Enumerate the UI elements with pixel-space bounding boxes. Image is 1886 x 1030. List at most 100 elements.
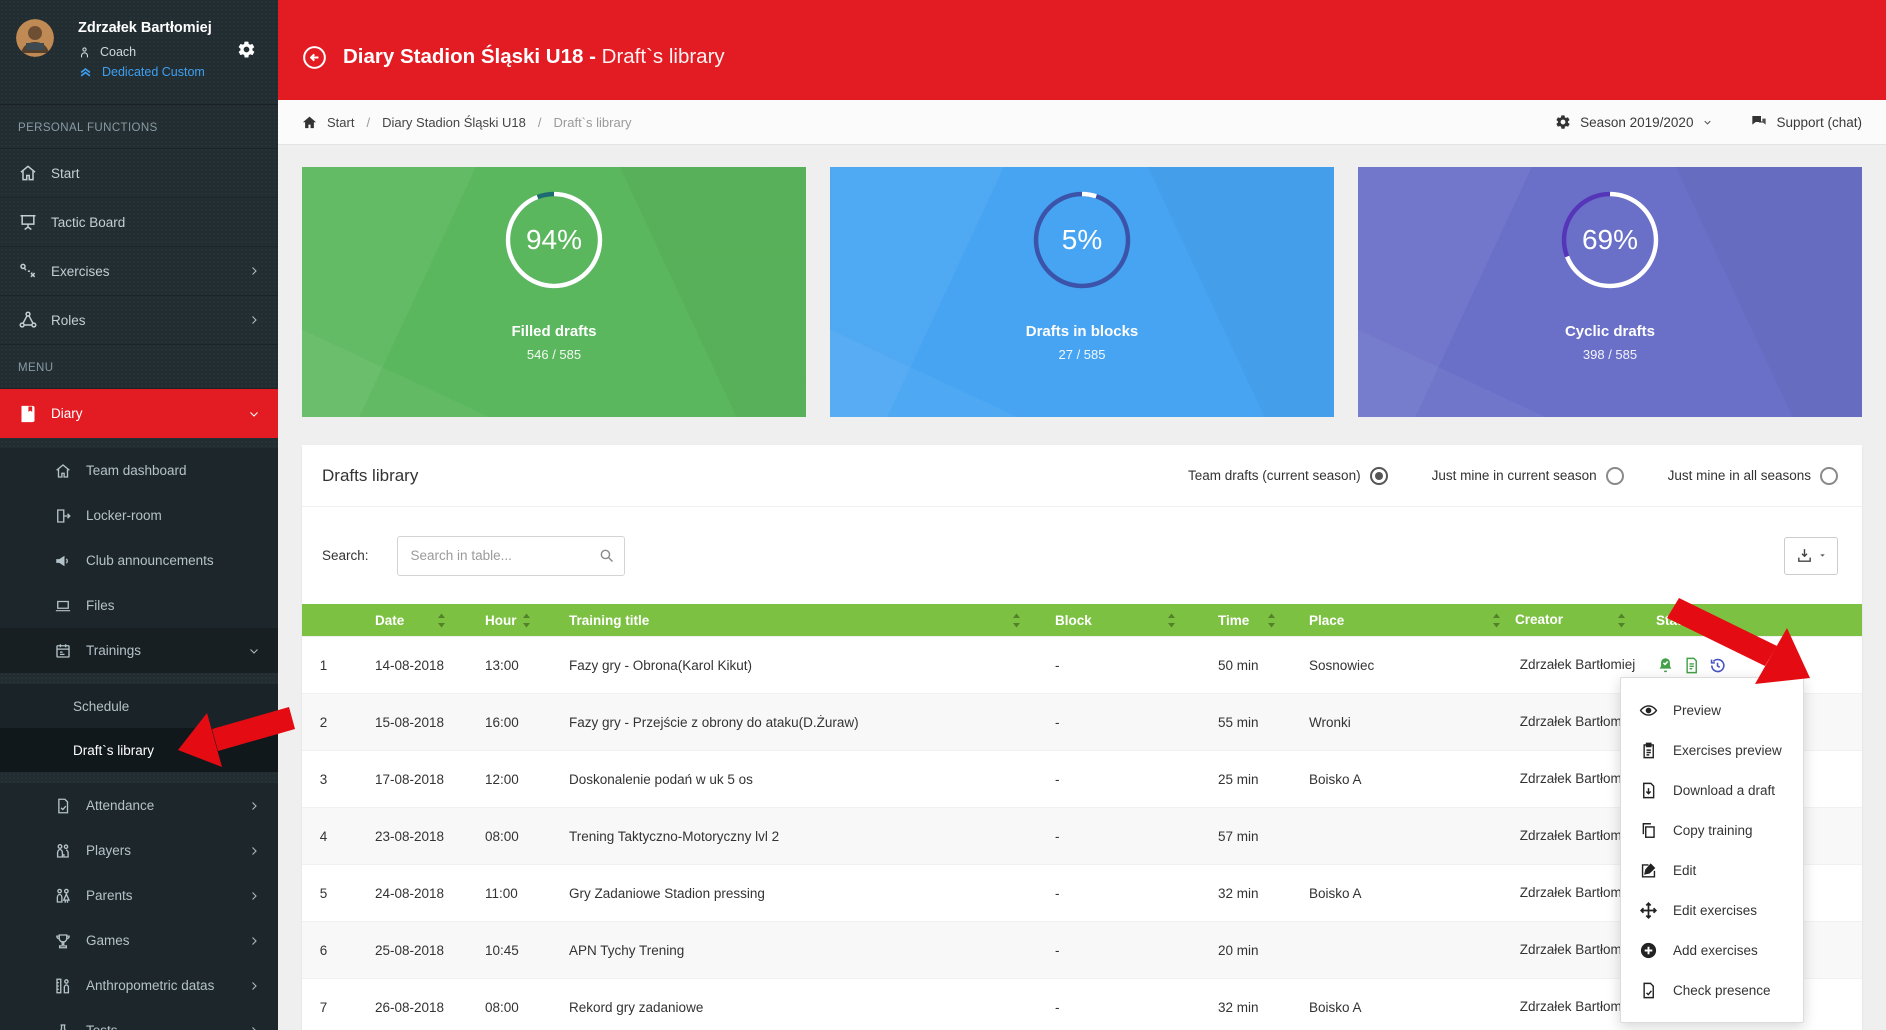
column-header-time[interactable]: Time (1190, 604, 1290, 636)
sidebar-item-locker-room[interactable]: Locker-room (0, 493, 278, 538)
column-header-training-title[interactable]: Training title (545, 604, 1035, 636)
cell-time: 32 min (1218, 999, 1259, 1015)
cell-date: 14-08-2018 (375, 657, 445, 673)
menu-item-edit[interactable]: Edit (1621, 850, 1803, 890)
cell-place: Boisko A (1309, 999, 1362, 1015)
sidebar-item-tests[interactable]: Tests (0, 1008, 278, 1030)
row-number: 5 (319, 885, 328, 901)
cell-hour: 10:45 (485, 942, 519, 958)
sidebar-item-start[interactable]: Start (0, 149, 278, 198)
radio-checked[interactable] (1369, 466, 1388, 485)
sidebar-item-team-dashboard[interactable]: Team dashboard (0, 448, 278, 493)
chevron-down-icon (248, 408, 260, 420)
sidebar-item-label: Diary (51, 406, 83, 421)
menu-item-check-presence[interactable]: Check presence (1621, 970, 1803, 1010)
column-header-creator[interactable]: Creator (1515, 604, 1640, 636)
page-title: Diary Stadion Śląski U18 - Draft`s libra… (343, 45, 725, 69)
sidebar-item-files[interactable]: Files (0, 583, 278, 628)
menu-item-edit-exercises[interactable]: Edit exercises (1621, 890, 1803, 930)
calendar-icon (54, 642, 72, 660)
sidebar-item-diary[interactable]: Diary (0, 389, 278, 438)
flask-icon (54, 1022, 72, 1030)
sidebar-section-menu: MENU (0, 345, 278, 389)
chevron-right-icon (248, 800, 260, 812)
radio-unchecked[interactable] (1820, 466, 1838, 485)
chevron-right-icon (248, 1025, 260, 1030)
sort-icon[interactable] (437, 613, 446, 628)
breadcrumb-start[interactable]: Start (327, 115, 354, 130)
card-counts: 398 / 585 (1582, 347, 1638, 362)
sidebar-item-anthropometric-datas[interactable]: Anthropometric datas (0, 963, 278, 1008)
cell-date: 23-08-2018 (375, 828, 445, 844)
edit-icon (1639, 861, 1658, 880)
sort-icon[interactable] (1012, 613, 1021, 628)
support-chat-link[interactable]: Support (chat) (1751, 114, 1862, 130)
cell-block: - (1055, 885, 1060, 901)
sidebar-item-trainings[interactable]: Trainings (0, 628, 278, 673)
card-label: Drafts in blocks (1025, 323, 1139, 340)
radio-unchecked[interactable] (1605, 466, 1624, 485)
user-plan-link[interactable]: Dedicated Custom (102, 65, 205, 79)
sidebar-item-schedule[interactable]: Schedule (0, 684, 278, 728)
laptop-icon (54, 597, 72, 615)
roles-icon (18, 310, 38, 330)
column-header-block[interactable]: Block (1035, 604, 1190, 636)
chevron-right-icon (248, 935, 260, 947)
sort-icon[interactable] (1617, 613, 1626, 628)
season-selector[interactable]: Season 2019/2020 (1555, 114, 1713, 130)
home-icon[interactable] (302, 115, 317, 130)
breadcrumb-separator: / (366, 114, 371, 130)
sidebar-item-parents[interactable]: Parents (0, 873, 278, 918)
sidebar-item-attendance[interactable]: Attendance (0, 783, 278, 828)
cell-hour: 11:00 (485, 885, 518, 901)
menu-item-download-a-draft[interactable]: Download a draft (1621, 770, 1803, 810)
column-header-place[interactable]: Place (1290, 604, 1515, 636)
sort-icon[interactable] (1267, 613, 1276, 628)
search-input[interactable] (396, 535, 625, 576)
menu-item-preview[interactable]: Preview (1621, 690, 1803, 730)
row-menu-button[interactable] (1776, 658, 1804, 672)
sidebar-item-players[interactable]: Players (0, 828, 278, 873)
card-counts: 546 / 585 (526, 347, 582, 362)
back-icon[interactable] (301, 44, 328, 71)
settings-gear-icon[interactable] (237, 40, 256, 59)
sort-icon[interactable] (522, 613, 531, 628)
sidebar-item-roles[interactable]: Roles (0, 296, 278, 345)
sidebar-item-club-announcements[interactable]: Club announcements (0, 538, 278, 583)
sidebar-section-personal-functions: PERSONAL FUNCTIONS (0, 105, 278, 149)
column-label: Date (375, 612, 405, 628)
menu-item-exercises-preview[interactable]: Exercises preview (1621, 730, 1803, 770)
user-profile: Zdrzałek Bartłomiej Coach Dedicated Cust… (0, 0, 278, 105)
cell-time: 57 min (1218, 828, 1259, 844)
sidebar-item-label: Attendance (86, 798, 155, 813)
menu-item-copy-training[interactable]: Copy training (1621, 810, 1803, 850)
sidebar-item-exercises[interactable]: Exercises (0, 247, 278, 296)
avatar (16, 19, 54, 57)
cell-hour: 12:00 (485, 771, 519, 787)
breadcrumb-separator: / (537, 114, 542, 130)
sort-icon[interactable] (1492, 613, 1501, 628)
eye-icon (1639, 701, 1658, 720)
sidebar-item-games[interactable]: Games (0, 918, 278, 963)
sidebar-item-tactic-board[interactable]: Tactic Board (0, 198, 278, 247)
filter-just-mine-in-current-season[interactable]: Just mine in current season (1432, 466, 1624, 485)
support-label: Support (chat) (1776, 114, 1862, 130)
stat-cards: 94% Filled drafts 546 / 585 5% Drafts in blo… (302, 167, 1862, 417)
cell-time: 50 min (1218, 657, 1259, 673)
menu-item-label: Add exercises (1673, 942, 1758, 958)
sort-icon[interactable] (1167, 613, 1176, 628)
cell-training-title: Trening Taktyczno-Motoryczny lvl 2 (569, 828, 780, 844)
filter-just-mine-in-all-seasons[interactable]: Just mine in all seasons (1668, 466, 1838, 485)
stat-card-cyclic-drafts: 69% Cyclic drafts 398 / 585 (1358, 167, 1862, 417)
home-icon (18, 163, 38, 183)
sidebar-menu: PERSONAL FUNCTIONS Start Tactic Board Exerc… (0, 105, 278, 1030)
donut-ring: 69% (1561, 191, 1659, 289)
donut-ring: 94% (505, 191, 603, 289)
sidebar-item-draft-s-library[interactable]: Draft`s library (0, 728, 278, 772)
column-header-date[interactable]: Date (345, 604, 460, 636)
menu-item-add-exercises[interactable]: Add exercises (1621, 930, 1803, 970)
breadcrumb-diary[interactable]: Diary Stadion Śląski U18 (382, 115, 526, 130)
export-button[interactable] (1784, 536, 1838, 575)
filter-team-drafts-current-season[interactable]: Team drafts (current season) (1188, 466, 1388, 485)
column-header-hour[interactable]: Hour (460, 604, 545, 636)
